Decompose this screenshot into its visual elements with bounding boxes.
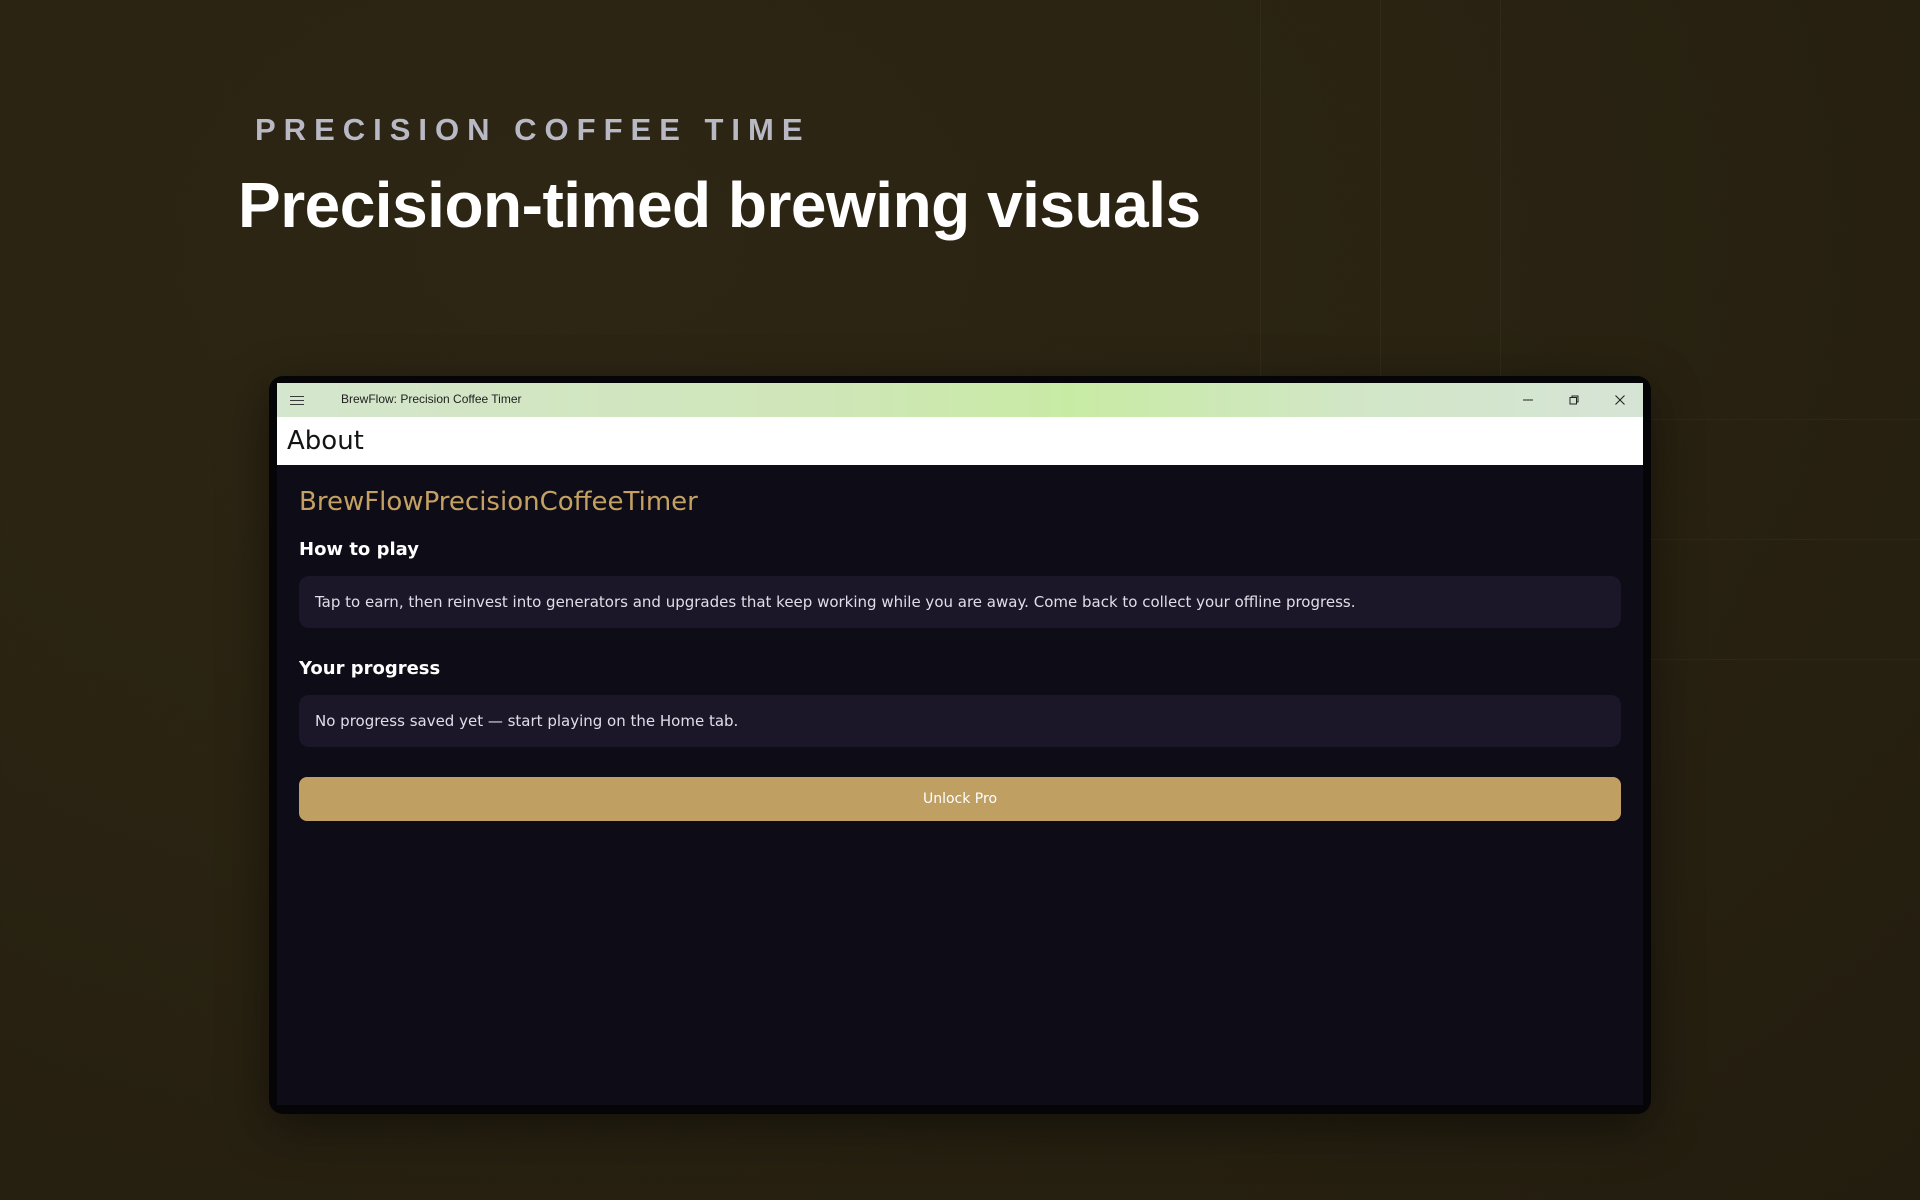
progress-text: No progress saved yet — start playing on… [315,712,739,730]
hamburger-icon[interactable] [277,383,317,417]
close-icon[interactable] [1597,383,1643,417]
window-controls [1505,383,1643,417]
unlock-pro-button[interactable]: Unlock Pro [299,777,1621,821]
about-content: BrewFlowPrecisionCoffeeTimer How to play… [277,465,1643,821]
how-to-play-card: Tap to earn, then reinvest into generato… [299,576,1621,628]
how-to-play-heading: How to play [299,539,419,560]
restore-icon[interactable] [1551,383,1597,417]
page-title: About [287,426,364,456]
page-header: About [277,417,1643,465]
promo-headline: Precision-timed brewing visuals [238,169,1201,241]
progress-heading: Your progress [299,658,441,679]
progress-card: No progress saved yet — start playing on… [299,695,1621,747]
app-window: BrewFlow: Precision Coffee Timer About B… [277,383,1643,1105]
window-title: BrewFlow: Precision Coffee Timer [341,392,522,406]
promo-eyebrow: PRECISION COFFEE TIME [255,112,811,147]
minimize-icon[interactable] [1505,383,1551,417]
how-to-play-text: Tap to earn, then reinvest into generato… [315,593,1356,611]
app-name: BrewFlowPrecisionCoffeeTimer [299,487,698,517]
title-bar: BrewFlow: Precision Coffee Timer [277,383,1643,417]
